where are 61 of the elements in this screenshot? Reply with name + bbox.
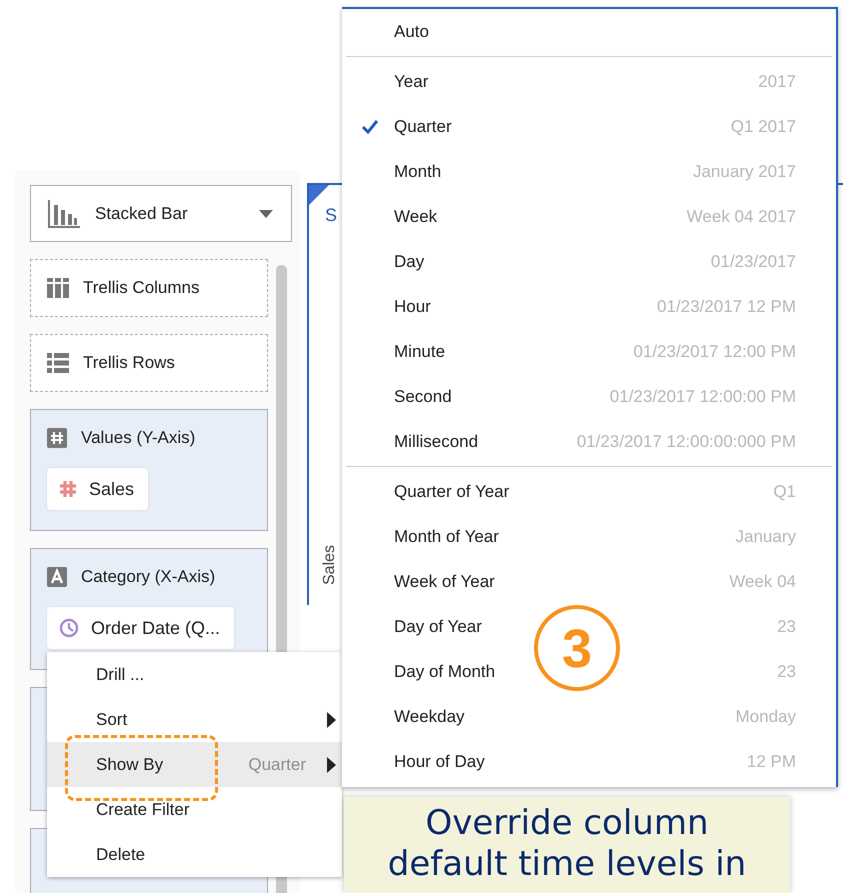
menu-item[interactable]: Auto: [394, 22, 429, 40]
menu-item[interactable]: Month of Year: [394, 526, 499, 546]
chart-title: S: [325, 205, 338, 226]
corner-marker-icon: [309, 185, 329, 205]
menu-item[interactable]: Create Filter: [47, 787, 342, 832]
example-value: Monday: [736, 706, 796, 726]
example-value: January: [736, 526, 796, 546]
example-value: 01/23/2017 12:00 PM: [633, 342, 796, 362]
menu-item[interactable]: Week: [394, 206, 438, 226]
example-value: 2017: [758, 72, 796, 92]
menu-item[interactable]: Delete: [47, 832, 342, 877]
chart-type-select[interactable]: Stacked Bar: [30, 185, 292, 242]
menu-item[interactable]: Quarter: [394, 116, 452, 136]
zone-label: Trellis Columns: [83, 278, 200, 298]
example-value: 01/23/2017 12:00:00:000 PM: [576, 432, 796, 452]
zone-label: Values (Y-Axis): [81, 428, 196, 448]
example-value: 01/23/2017 12:00:00 PM: [610, 386, 796, 406]
zone-label: Category (X-Axis): [81, 567, 216, 587]
bar-chart-icon: [47, 198, 81, 228]
menu-item[interactable]: Sort: [47, 697, 342, 742]
menu-item[interactable]: Day: [394, 252, 424, 270]
caret-icon: [259, 210, 273, 218]
menu-item[interactable]: Hour: [394, 296, 431, 316]
menu-item[interactable]: Second: [394, 386, 452, 406]
submenu-arrow-icon: [327, 756, 336, 772]
menu-item[interactable]: Weekday: [394, 706, 465, 726]
field-pill[interactable]: Sales: [47, 468, 148, 510]
clock-icon: [59, 618, 79, 638]
current-value: Quarter: [248, 754, 306, 774]
step-number-badge: 3: [532, 603, 622, 693]
zone-label: Trellis Rows: [83, 353, 175, 373]
example-value: 23: [777, 662, 796, 682]
field-pill[interactable]: Order Date (Q...: [47, 607, 234, 649]
submenu-arrow-icon: [327, 712, 336, 728]
example-value: 01/23/2017 12 PM: [657, 296, 796, 316]
menu-item[interactable]: Minute: [394, 342, 446, 360]
example-value: Q1: [773, 482, 796, 502]
letter-a-icon: [47, 567, 67, 587]
example-value: 01/23/2017: [710, 252, 796, 272]
menu-item[interactable]: Show By Quarter: [47, 742, 342, 787]
rows-icon: [47, 353, 69, 373]
example-value: Q1 2017: [730, 116, 796, 136]
menu-item[interactable]: Day of Year: [394, 616, 482, 636]
example-value: Week 04 2017: [686, 206, 796, 226]
example-value: 23: [777, 616, 796, 636]
menu-item[interactable]: Month: [394, 162, 442, 180]
menu-item[interactable]: Millisecond: [394, 432, 478, 450]
axis-label: Sales: [321, 544, 339, 585]
menu-item[interactable]: Week of Year: [394, 572, 495, 590]
annotation-tooltip: Override column default time levels in: [344, 797, 790, 893]
menu-item[interactable]: Hour of Day: [394, 752, 485, 770]
hash-icon: [59, 480, 77, 498]
example-value: Week 04: [729, 572, 796, 592]
example-value: January 2017: [692, 162, 796, 182]
hash-icon: [47, 428, 67, 448]
menu-item[interactable]: Day of Month: [394, 662, 496, 680]
menu-item[interactable]: Quarter of Year: [394, 482, 510, 500]
example-value: 12 PM: [746, 752, 796, 772]
menu-item[interactable]: Drill ...: [47, 652, 342, 697]
menu-item[interactable]: Year: [394, 72, 428, 90]
columns-icon: [47, 278, 69, 298]
